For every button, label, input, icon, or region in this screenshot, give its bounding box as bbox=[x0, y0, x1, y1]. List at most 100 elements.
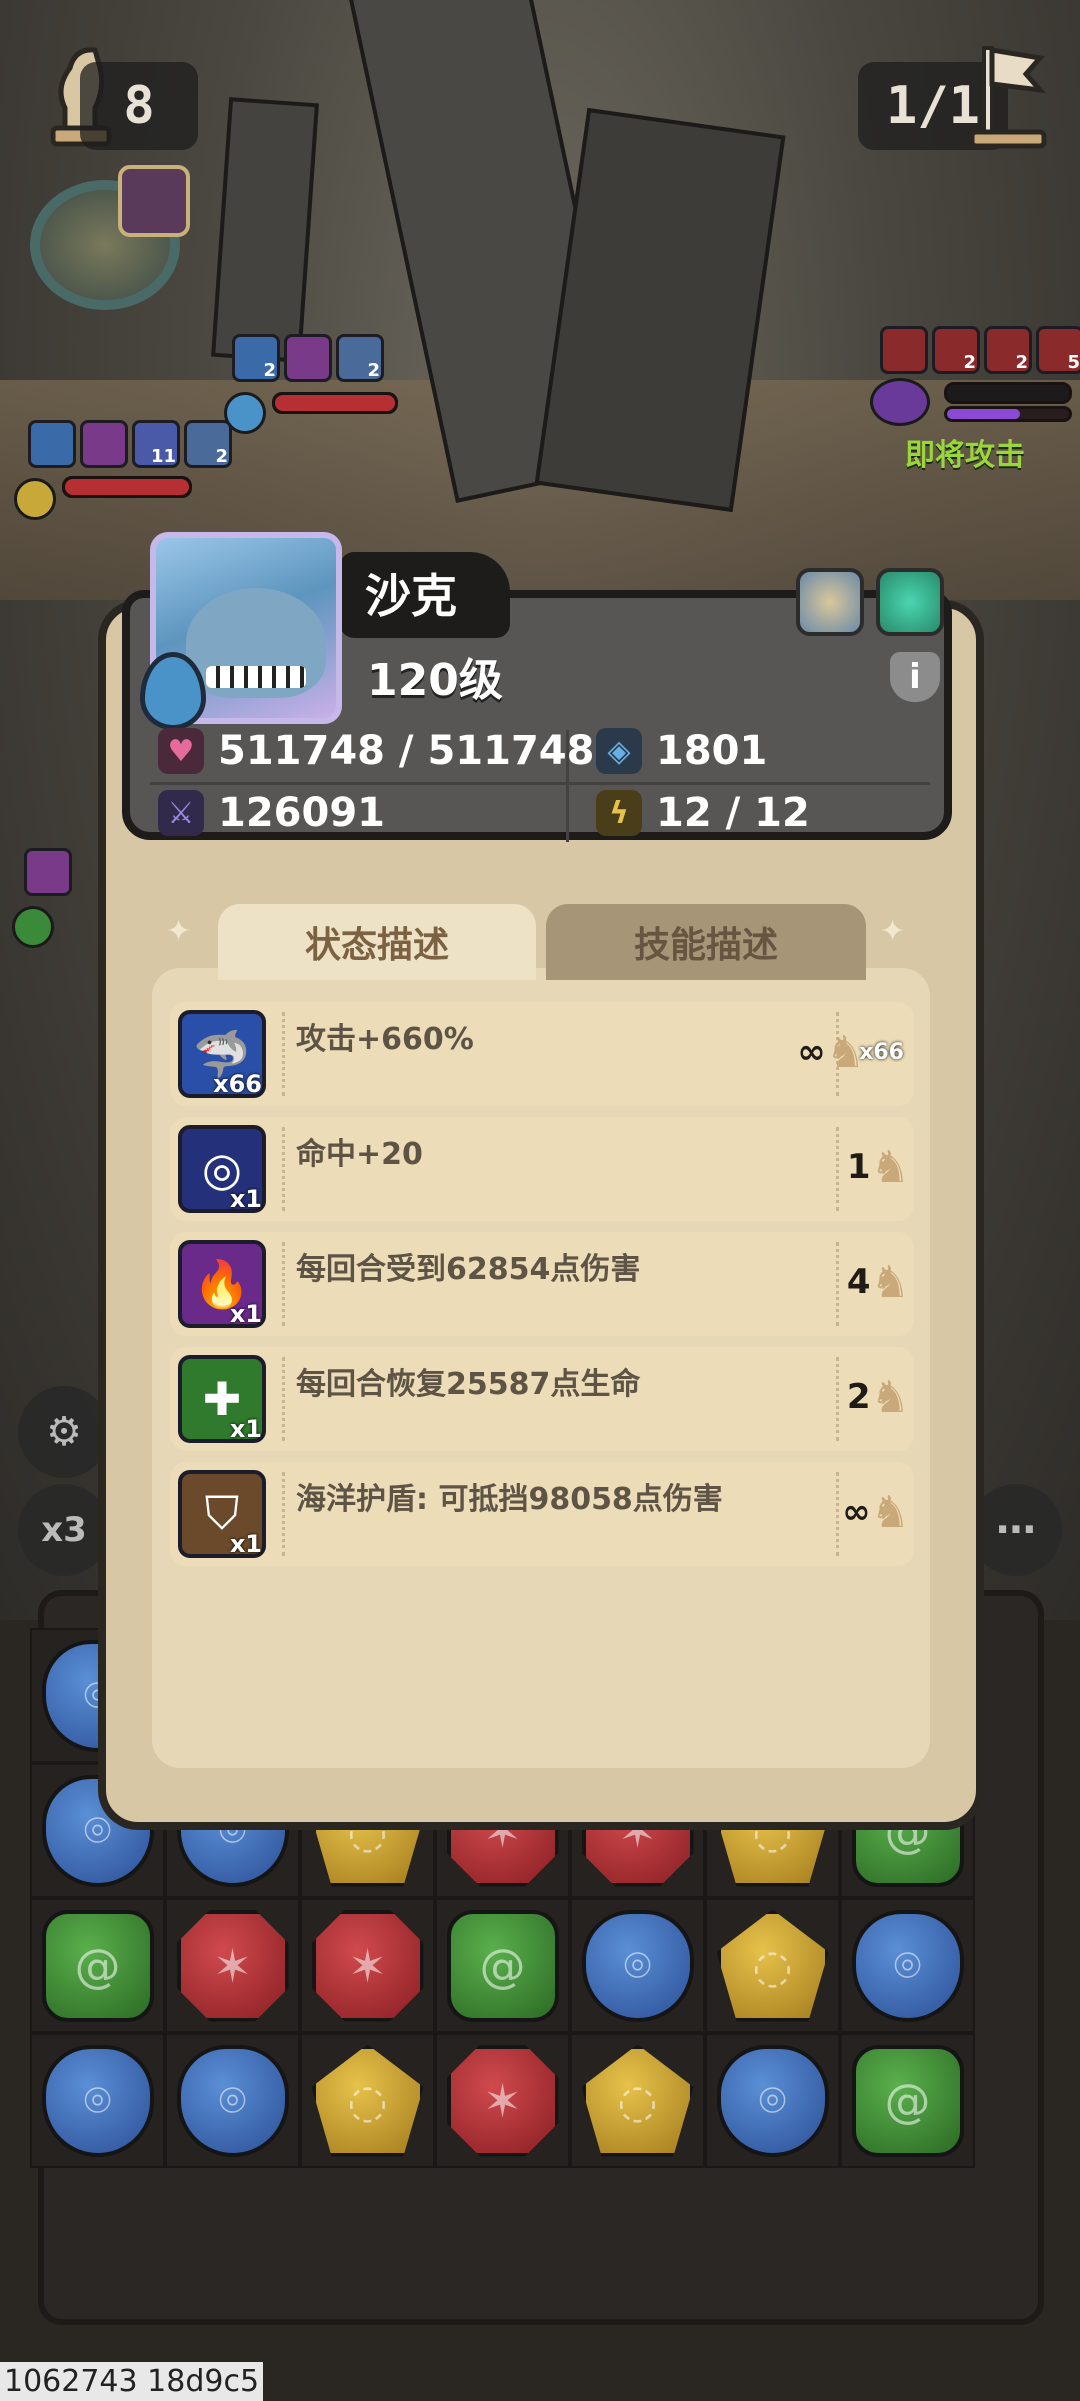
yellow-gem-icon[interactable]: ◌ bbox=[716, 1909, 829, 2022]
yellow-gem-icon[interactable]: ◌ bbox=[311, 2044, 424, 2157]
hero-name: 沙克 bbox=[365, 569, 457, 623]
stack-count: x1 bbox=[229, 1415, 262, 1443]
speed-button[interactable]: x3 bbox=[18, 1484, 110, 1576]
status-text: 命中+20 bbox=[296, 1137, 423, 1172]
gem-cell[interactable]: ✶ bbox=[435, 2033, 570, 2168]
chess-knight-icon: ♞ bbox=[870, 1371, 910, 1423]
gem-cell[interactable]: ⌾ bbox=[840, 1898, 975, 2033]
duration-badge: ∞ ♞ x66 bbox=[797, 1016, 904, 1088]
tab-skill-description[interactable]: 技能描述 bbox=[546, 904, 866, 980]
sparkle-icon: ✦ bbox=[880, 914, 906, 949]
blue-gem-icon[interactable]: ⌾ bbox=[581, 1909, 694, 2022]
blue-gem-icon[interactable]: ⌾ bbox=[851, 1909, 964, 2022]
duration-badge: 1 ♞ bbox=[832, 1131, 910, 1203]
gem-cell[interactable]: ◌ bbox=[570, 2033, 705, 2168]
red-gem-icon[interactable]: ✶ bbox=[311, 1909, 424, 2022]
buff-icon bbox=[28, 420, 76, 468]
stat-defense: ◈ 1801 bbox=[596, 728, 767, 774]
shell-emblem-icon[interactable] bbox=[796, 568, 864, 636]
stat-energy: ϟ 12 / 12 bbox=[596, 790, 810, 836]
stack-count: x1 bbox=[229, 1300, 262, 1328]
enemy-hp-bar bbox=[944, 382, 1072, 404]
hero-level: 120级 bbox=[367, 655, 503, 706]
status-text: 海洋护盾: 可抵挡98058点伤害 bbox=[296, 1482, 723, 1517]
gem-cell[interactable]: ◌ bbox=[300, 2033, 435, 2168]
gem-cell[interactable]: @ bbox=[435, 1898, 570, 2033]
tab-status-description[interactable]: 状态描述 bbox=[218, 904, 536, 980]
list-item: ✚ x1 每回合恢复25587点生命 2 ♞ bbox=[170, 1347, 914, 1451]
gem-cell[interactable]: @ bbox=[840, 2033, 975, 2168]
gem-cell[interactable]: ⌾ bbox=[570, 1898, 705, 2033]
green-gem-icon[interactable]: @ bbox=[851, 2044, 964, 2157]
stat-hp: ♥ 511748 / 511748 bbox=[158, 728, 594, 774]
green-gem-icon[interactable]: @ bbox=[446, 1909, 559, 2022]
enemy-dark-icon bbox=[870, 378, 930, 426]
duration-badge: ∞ ♞ bbox=[832, 1476, 910, 1548]
flame-icon: 🔥 x1 bbox=[178, 1240, 266, 1328]
red-gem-icon[interactable]: ✶ bbox=[176, 1909, 289, 2022]
stack-count: x1 bbox=[229, 1530, 262, 1558]
avatar[interactable] bbox=[118, 165, 190, 237]
buff-icon bbox=[284, 334, 332, 382]
list-item: ⛉ x1 海洋护盾: 可抵挡98058点伤害 ∞ ♞ bbox=[170, 1462, 914, 1566]
target-icon: ◎ x1 bbox=[178, 1125, 266, 1213]
buff-icon: 5 bbox=[1036, 326, 1080, 374]
chess-knight-icon: ♞ bbox=[870, 1486, 910, 1538]
status-divider bbox=[282, 1127, 285, 1211]
status-text: 每回合恢复25587点生命 bbox=[296, 1367, 641, 1402]
duration-value: 2 bbox=[846, 1377, 871, 1417]
attack-warning-label: 即将攻击 bbox=[905, 438, 1025, 473]
stack-count: x1 bbox=[229, 1185, 262, 1213]
duration-badge: 2 ♞ bbox=[832, 1361, 910, 1433]
blue-gem-icon[interactable]: ⌾ bbox=[176, 2044, 289, 2157]
green-gem-icon[interactable]: @ bbox=[41, 1909, 154, 2022]
ally-hp-bar bbox=[272, 392, 398, 414]
red-gem-icon[interactable]: ✶ bbox=[446, 2044, 559, 2157]
shield-icon: ⛉ x1 bbox=[178, 1470, 266, 1558]
enemy-buff-row: 2 2 5 bbox=[880, 326, 1080, 374]
ally-buff-row: 11 2 bbox=[28, 420, 232, 468]
gem-cell[interactable]: ✶ bbox=[300, 1898, 435, 2033]
buff-icon bbox=[24, 848, 72, 896]
gem-cell[interactable]: ◌ bbox=[705, 1898, 840, 2033]
duration-badge: 4 ♞ bbox=[832, 1246, 910, 1318]
debug-label: 1062743 18d9c5 bbox=[0, 2362, 264, 2401]
yellow-gem-icon[interactable]: ◌ bbox=[581, 2044, 694, 2157]
gem-cell[interactable]: ⌾ bbox=[705, 2033, 840, 2168]
ally-hp-bar bbox=[62, 476, 192, 498]
hp-value: 511748 / 511748 bbox=[218, 728, 595, 774]
buff-icon bbox=[80, 420, 128, 468]
chess-knight-icon: ♞ bbox=[870, 1141, 910, 1193]
buff-icon: 2 bbox=[984, 326, 1032, 374]
heal-cross-icon: ✚ x1 bbox=[178, 1355, 266, 1443]
attack-value: 126091 bbox=[218, 790, 385, 836]
defense-shield-icon: ◈ bbox=[596, 728, 642, 774]
buff-icon: 2 bbox=[932, 326, 980, 374]
status-divider bbox=[282, 1242, 285, 1326]
gem-cell[interactable]: ⌾ bbox=[30, 2033, 165, 2168]
blue-gem-icon[interactable]: ⌾ bbox=[41, 2044, 154, 2157]
settings-gear-button[interactable]: ⚙ bbox=[18, 1386, 110, 1478]
stack-count: x66 bbox=[213, 1070, 262, 1098]
buff-icon: 11 bbox=[132, 420, 180, 468]
duration-value: ∞ bbox=[842, 1492, 871, 1532]
status-text: 攻击+660% bbox=[296, 1022, 474, 1057]
list-item: ◎ x1 命中+20 1 ♞ bbox=[170, 1117, 914, 1221]
gem-cell[interactable]: @ bbox=[30, 1898, 165, 2033]
blue-gem-icon[interactable]: ⌾ bbox=[716, 2044, 829, 2157]
info-icon[interactable]: i bbox=[890, 652, 940, 702]
rock-pillar bbox=[211, 97, 319, 363]
gem-cell[interactable]: ⌾ bbox=[165, 2033, 300, 2168]
list-item: 🔥 x1 每回合受到62854点伤害 4 ♞ bbox=[170, 1232, 914, 1336]
flag-icon bbox=[970, 46, 1047, 149]
duration-extra: x66 bbox=[859, 1039, 904, 1065]
sparkle-icon: ✦ bbox=[166, 914, 192, 949]
status-text: 每回合受到62854点伤害 bbox=[296, 1252, 641, 1287]
shark-icon: 🦈 x66 bbox=[178, 1010, 266, 1098]
duration-value: ∞ bbox=[797, 1032, 826, 1072]
shield-emblem-icon[interactable] bbox=[876, 568, 944, 636]
gem-cell[interactable]: ✶ bbox=[165, 1898, 300, 2033]
sword-icon: ⚔ bbox=[158, 790, 204, 836]
stat-attack: ⚔ 126091 bbox=[158, 790, 385, 836]
shark-teeth bbox=[206, 666, 306, 688]
